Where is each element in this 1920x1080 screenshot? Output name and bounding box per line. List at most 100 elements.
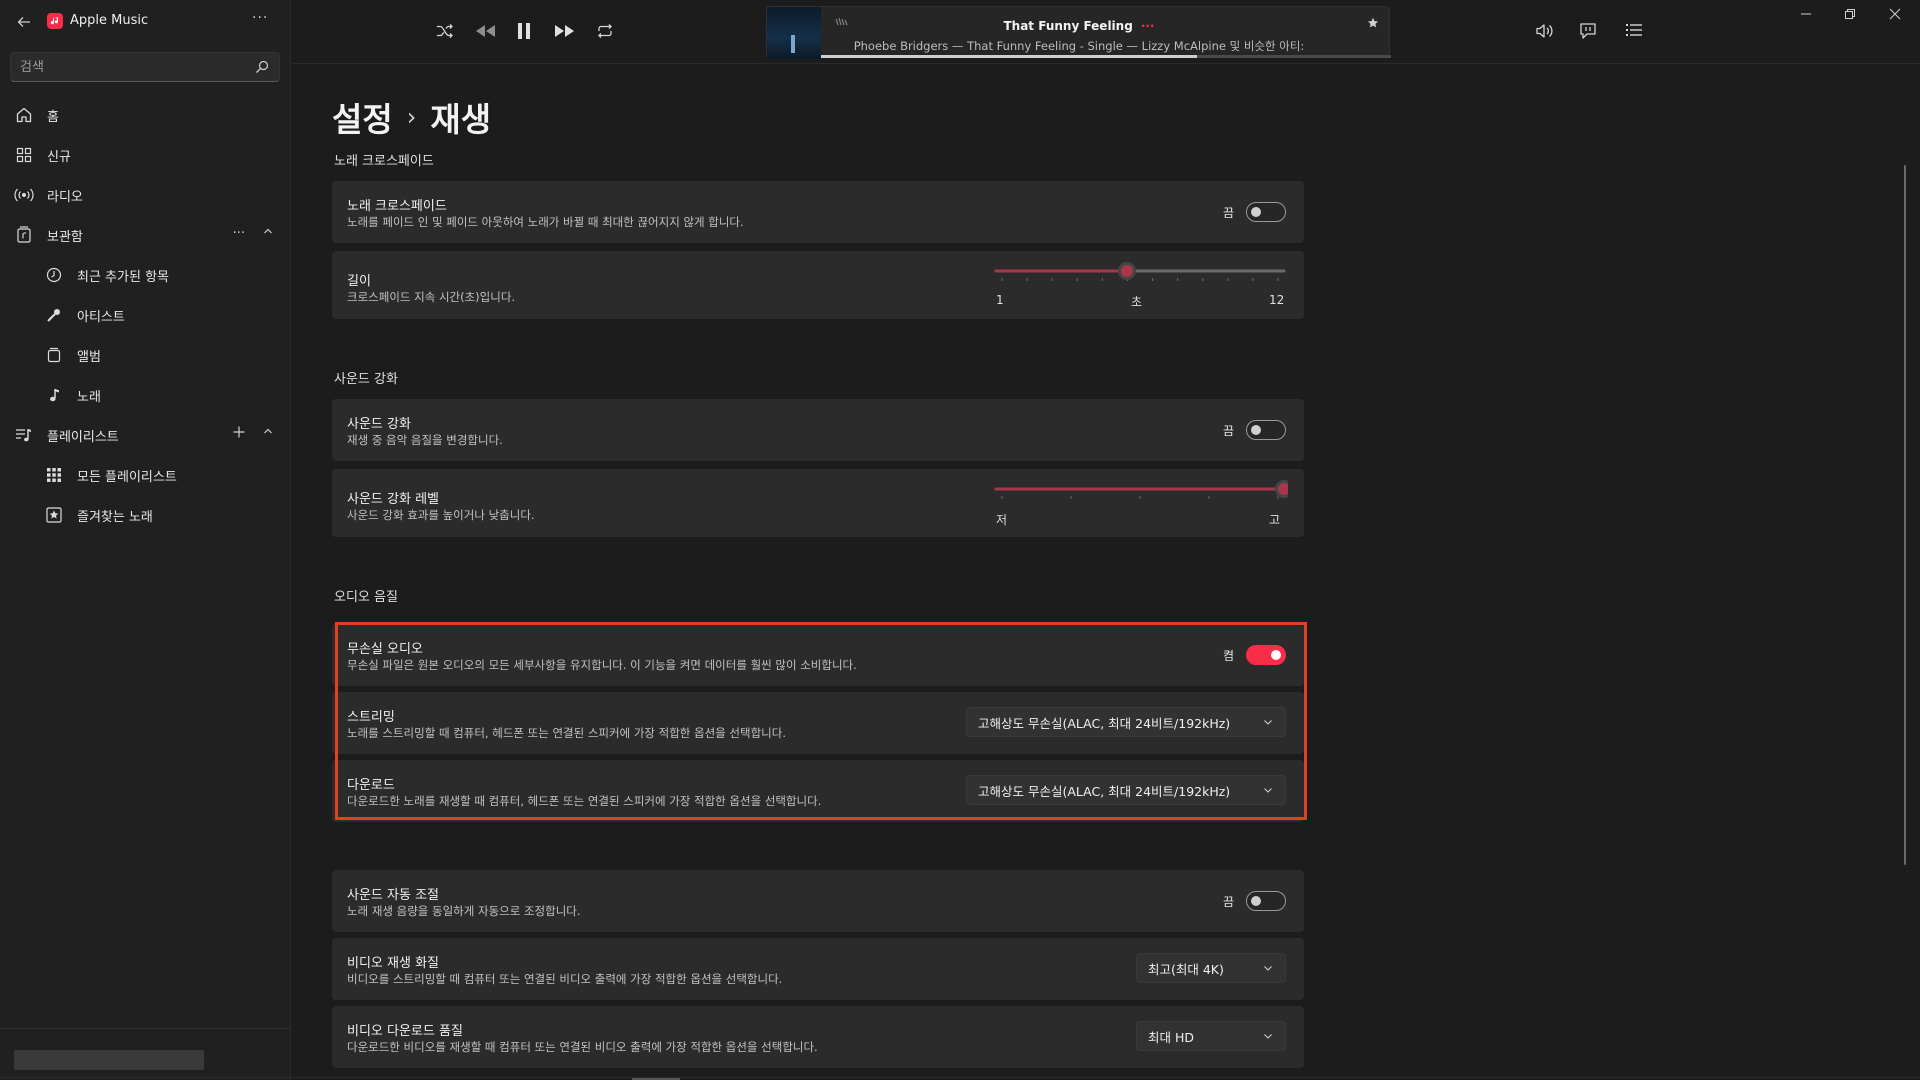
setting-description: 재생 중 음악 음질을 변경합니다. xyxy=(347,433,503,447)
sidebar-item-all-playlists[interactable]: 모든 플레이리스트 xyxy=(8,457,283,493)
setting-title: 스트리밍 xyxy=(347,710,395,725)
chevron-down-icon xyxy=(1263,718,1273,726)
volume-button[interactable] xyxy=(1535,22,1555,40)
restore-button[interactable] xyxy=(1844,8,1856,20)
chevron-up-icon[interactable] xyxy=(263,226,273,241)
sidebar-item-label: 노래 xyxy=(77,389,101,405)
sidebar-item-label: 신규 xyxy=(47,149,71,165)
shuffle-button[interactable] xyxy=(436,22,454,40)
slider-min-label: 1 xyxy=(996,293,1004,307)
streaming-quality-row: 스트리밍 노래를 스트리밍할 때 컴퓨터, 헤드폰 또는 연결된 스피커에 가장… xyxy=(332,692,1304,754)
sidebar-item-library[interactable]: 보관함 ··· xyxy=(8,217,283,253)
search-icon[interactable] xyxy=(255,60,269,74)
library-icon xyxy=(14,225,34,245)
lossless-audio-toggle[interactable] xyxy=(1246,645,1286,665)
lossless-toggle-row: 무손실 오디오 무손실 파일은 원본 오디오의 모든 세부사항을 유지합니다. … xyxy=(332,624,1304,686)
slider-high-label: 고 xyxy=(1269,513,1281,527)
lyrics-button[interactable] xyxy=(1579,22,1597,40)
playback-progress-fill xyxy=(821,55,1198,58)
sidebar-item-label: 즐겨찾는 노래 xyxy=(77,509,153,525)
sidebar-item-new[interactable]: 신규 xyxy=(8,137,283,173)
sidebar-header: Apple Music ··· xyxy=(0,0,291,44)
next-button[interactable] xyxy=(554,22,576,40)
toggle-state-label: 켬 xyxy=(1222,648,1234,663)
video-quality-dropdown[interactable]: 최고(최대 4K) xyxy=(1136,953,1286,983)
sidebar-item-home[interactable]: 홈 xyxy=(8,97,283,133)
previous-button[interactable] xyxy=(474,22,496,40)
player-bar: That Funny Feeling ··· Phoebe Bridgers — … xyxy=(292,0,1920,64)
chevron-down-icon xyxy=(1263,786,1273,794)
minimize-button[interactable] xyxy=(1800,8,1812,20)
sidebar-item-radio[interactable]: 라디오 xyxy=(8,177,283,213)
app-title: Apple Music xyxy=(70,13,149,28)
breadcrumb-current: 재생 xyxy=(430,100,492,139)
radio-icon xyxy=(14,185,34,205)
sound-enhancer-toggle[interactable] xyxy=(1246,420,1286,440)
chevron-up-icon[interactable] xyxy=(263,426,273,438)
sidebar-item-recently-added[interactable]: 최근 추가된 항목 xyxy=(8,257,283,293)
track-more-button[interactable]: ··· xyxy=(1141,19,1155,33)
setting-description: 노래를 페이드 인 및 페이드 아웃하여 노래가 바뀔 때 최대한 끊어지지 않… xyxy=(347,215,744,229)
pause-button[interactable] xyxy=(516,22,532,40)
breadcrumb-parent[interactable]: 설정 xyxy=(332,93,393,141)
back-arrow-icon xyxy=(17,17,30,27)
sidebar-item-favorite-songs[interactable]: 즐겨찾는 노래 xyxy=(8,497,283,533)
video-download-quality-dropdown[interactable]: 최대 HD xyxy=(1136,1021,1286,1051)
page-title: 설정 › 재생 xyxy=(332,93,491,141)
search-box[interactable] xyxy=(10,52,280,82)
video-download-quality-row: 비디오 다운로드 품질 다운로드한 비디오를 재생할 때 컴퓨터 또는 연결된 … xyxy=(332,1006,1304,1068)
speaker-icon xyxy=(1536,24,1553,38)
sidebar-item-playlists[interactable]: 플레이리스트 xyxy=(8,417,283,453)
sidebar-item-songs[interactable]: 노래 xyxy=(8,377,283,413)
restore-icon xyxy=(1845,9,1855,19)
setting-title: 노래 크로스페이드 xyxy=(347,199,447,214)
slider-unit-label: 초 xyxy=(1131,295,1143,309)
sound-enhancer-level-slider[interactable] xyxy=(992,477,1288,501)
search-input[interactable] xyxy=(11,53,246,81)
auto-volume-toggle[interactable] xyxy=(1246,891,1286,911)
home-icon xyxy=(14,105,34,125)
sidebar: Apple Music ··· 홈 신규 라디오 보관함 ··· 최근 추가된 … xyxy=(0,0,291,1080)
crossfade-toggle[interactable] xyxy=(1246,202,1286,222)
window-bottom-edge xyxy=(0,1077,1920,1078)
setting-title: 사운드 강화 xyxy=(347,417,411,432)
dropdown-value: 고해상도 무손실(ALAC, 최대 24비트/192kHz) xyxy=(978,715,1231,731)
sidebar-item-label: 라디오 xyxy=(47,189,83,205)
grid-icon xyxy=(14,145,34,165)
slider-thumb xyxy=(1120,265,1133,277)
queue-button[interactable] xyxy=(1625,22,1643,38)
chevron-down-icon xyxy=(1263,1032,1273,1040)
playback-progress-bar[interactable] xyxy=(821,55,1391,58)
setting-title: 다운로드 xyxy=(347,778,395,793)
close-button[interactable] xyxy=(1889,8,1901,20)
sidebar-item-artists[interactable]: 아티스트 xyxy=(8,297,283,333)
repeat-button[interactable] xyxy=(596,22,614,40)
account-button[interactable] xyxy=(14,1050,204,1070)
vertical-scrollbar[interactable] xyxy=(1904,165,1906,865)
setting-description: 크로스페이드 지속 시간(초)입니다. xyxy=(347,290,516,304)
setting-description: 무손실 파일은 원본 오디오의 모든 세부사항을 유지합니다. 이 기능을 켜면… xyxy=(347,658,857,672)
star-box-icon xyxy=(44,505,64,525)
dropdown-value: 고해상도 무손실(ALAC, 최대 24비트/192kHz) xyxy=(978,783,1231,799)
download-quality-row: 다운로드 다운로드한 노래를 재생할 때 컴퓨터, 헤드폰 또는 연결된 스피커… xyxy=(332,760,1304,822)
sidebar-divider xyxy=(0,1028,291,1029)
streaming-quality-dropdown[interactable]: 고해상도 무손실(ALAC, 최대 24비트/192kHz) xyxy=(966,707,1286,737)
microphone-icon xyxy=(44,305,64,325)
settings-content: 설정 › 재생 노래 크로스페이드 노래 크로스페이드 노래를 페이드 인 및 … xyxy=(292,65,1920,1080)
library-more-button[interactable]: ··· xyxy=(233,226,245,241)
favorite-star-icon[interactable] xyxy=(1367,17,1379,29)
setting-title: 비디오 재생 화질 xyxy=(347,956,439,971)
back-button[interactable] xyxy=(12,10,36,34)
crossfade-length-row: 길이 크로스페이드 지속 시간(초)입니다. 1 초 12 xyxy=(332,251,1304,319)
toggle-state-label: 끔 xyxy=(1222,894,1234,909)
sidebar-item-albums[interactable]: 앨범 xyxy=(8,337,283,373)
crossfade-length-slider[interactable] xyxy=(992,259,1288,283)
setting-description: 다운로드한 비디오를 재생할 때 컴퓨터 또는 연결된 비디오 출력에 가장 적… xyxy=(347,1040,818,1054)
sidebar-more-button[interactable]: ··· xyxy=(252,10,268,26)
add-playlist-icon[interactable] xyxy=(233,426,245,438)
breadcrumb-chevron-icon: › xyxy=(406,103,417,131)
minimize-icon xyxy=(1801,13,1811,15)
download-quality-dropdown[interactable]: 고해상도 무손실(ALAC, 최대 24비트/192kHz) xyxy=(966,775,1286,805)
now-playing-panel[interactable]: That Funny Feeling ··· Phoebe Bridgers — … xyxy=(766,6,1391,59)
auto-volume-row: 사운드 자동 조절 노래 재생 음량을 동일하게 자동으로 조정합니다. 끔 xyxy=(332,870,1304,932)
